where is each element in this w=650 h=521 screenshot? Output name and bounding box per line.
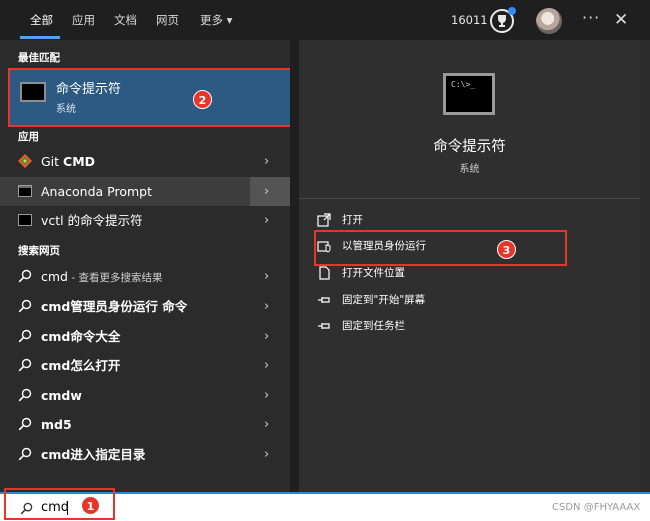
web-item-1[interactable]: cmd - 查看更多搜索结果 › (0, 262, 290, 291)
open-icon (317, 213, 331, 227)
step-badge-1: 1 (81, 496, 100, 515)
tab-more-label: 更多 (200, 13, 223, 27)
web-item-label: cmd管理员身份运行 命令 (41, 299, 188, 314)
terminal-icon (18, 185, 32, 197)
web-item-5[interactable]: cmdw › (0, 381, 290, 410)
highlight-box-run-as-admin (314, 230, 567, 266)
more-options-icon[interactable]: ··· (582, 0, 600, 40)
chevron-right-icon[interactable]: › (264, 322, 274, 351)
web-item-label: cmdw (41, 388, 82, 403)
action-label: 固定到"开始"屏幕 (342, 294, 426, 306)
close-icon[interactable]: ✕ (614, 0, 628, 40)
file-location-icon (319, 266, 330, 280)
tab-web[interactable]: 网页 (156, 0, 179, 40)
notification-dot (508, 7, 516, 15)
command-prompt-icon-text: C:\>_ (451, 80, 476, 89)
web-item-label: cmd - 查看更多搜索结果 (41, 269, 163, 284)
tab-documents[interactable]: 文档 (114, 0, 137, 40)
chevron-right-icon[interactable]: › (264, 292, 274, 321)
action-label: 打开 (342, 214, 363, 226)
app-item-label: Git CMD (41, 154, 96, 169)
chevron-right-icon[interactable]: › (264, 381, 274, 410)
search-icon (18, 417, 32, 431)
action-pin-to-start[interactable]: 固定到"开始"屏幕 (317, 290, 577, 310)
action-label: 固定到任务栏 (342, 320, 405, 332)
action-label: 打开文件位置 (342, 267, 405, 279)
tab-more[interactable]: 更多 ▾ (200, 0, 232, 40)
terminal-icon (18, 214, 32, 226)
start-search-window: 全部 应用 文档 网页 更多 ▾ 16011 ··· ✕ 最佳匹配 命令提示符 … (0, 0, 650, 492)
active-tab-indicator (20, 36, 60, 39)
chevron-down-icon: ▾ (226, 13, 233, 27)
web-item-7[interactable]: cmd进入指定目录 › (0, 440, 290, 469)
search-icon (18, 388, 32, 402)
chevron-right-icon[interactable]: › (264, 206, 274, 235)
step-badge-3: 3 (497, 240, 516, 259)
app-item-anaconda-prompt[interactable]: Anaconda Prompt › (0, 177, 290, 206)
watermark: CSDN @FHYAAAX (552, 502, 641, 513)
highlight-box-best-match (8, 68, 301, 127)
detail-pane: C:\>_ 命令提示符 系统 打开 以管理员身份运行 打开文件位置 固定到"开始… (299, 40, 640, 492)
avatar[interactable] (536, 8, 562, 34)
pane-separator (290, 40, 299, 492)
web-item-label: md5 (41, 417, 72, 432)
section-title-best-match: 最佳匹配 (18, 52, 60, 64)
top-bar: 全部 应用 文档 网页 更多 ▾ 16011 ··· ✕ (0, 0, 650, 40)
web-item-4[interactable]: cmd怎么打开 › (0, 351, 290, 380)
results-pane: 最佳匹配 命令提示符 系统 2 应用 Git CMD › Anaconda Pr… (0, 40, 301, 492)
app-item-label: vctl 的命令提示符 (41, 213, 143, 228)
app-item-git-cmd[interactable]: Git CMD › (0, 147, 290, 176)
web-item-label: cmd进入指定目录 (41, 447, 146, 462)
divider (299, 198, 640, 199)
search-icon (18, 447, 32, 461)
detail-subtitle: 系统 (459, 164, 480, 175)
search-icon (18, 299, 32, 313)
tab-apps[interactable]: 应用 (72, 0, 95, 40)
app-item-vctl-prompt[interactable]: vctl 的命令提示符 › (0, 206, 290, 235)
git-icon (18, 154, 32, 168)
app-item-label: Anaconda Prompt (41, 184, 152, 199)
pin-icon (318, 323, 330, 329)
action-open[interactable]: 打开 (317, 210, 577, 230)
action-open-file-location[interactable]: 打开文件位置 (317, 263, 577, 283)
chevron-right-icon[interactable]: › (264, 177, 274, 206)
chevron-right-icon[interactable]: › (264, 262, 274, 291)
web-item-3[interactable]: cmd命令大全 › (0, 322, 290, 351)
web-item-label: cmd命令大全 (41, 329, 121, 344)
command-prompt-large-icon: C:\>_ (443, 73, 495, 115)
section-title-web: 搜索网页 (18, 245, 60, 257)
action-pin-to-taskbar[interactable]: 固定到任务栏 (317, 316, 577, 336)
web-item-2[interactable]: cmd管理员身份运行 命令 › (0, 292, 290, 321)
chevron-right-icon[interactable]: › (264, 351, 274, 380)
section-title-apps: 应用 (18, 131, 39, 143)
pin-icon (318, 297, 330, 303)
rewards-points: 16011 (451, 13, 488, 27)
web-item-6[interactable]: md5 › (0, 410, 290, 439)
search-icon (18, 358, 32, 372)
chevron-right-icon[interactable]: › (264, 440, 274, 469)
tab-all[interactable]: 全部 (30, 0, 53, 40)
search-icon (18, 329, 32, 343)
detail-title: 命令提示符 (433, 139, 506, 155)
search-icon (18, 269, 32, 283)
chevron-right-icon[interactable]: › (264, 410, 274, 439)
web-item-label: cmd怎么打开 (41, 358, 121, 373)
chevron-right-icon[interactable]: › (264, 147, 274, 176)
trophy-icon[interactable] (490, 7, 516, 33)
step-badge-2: 2 (193, 90, 212, 109)
